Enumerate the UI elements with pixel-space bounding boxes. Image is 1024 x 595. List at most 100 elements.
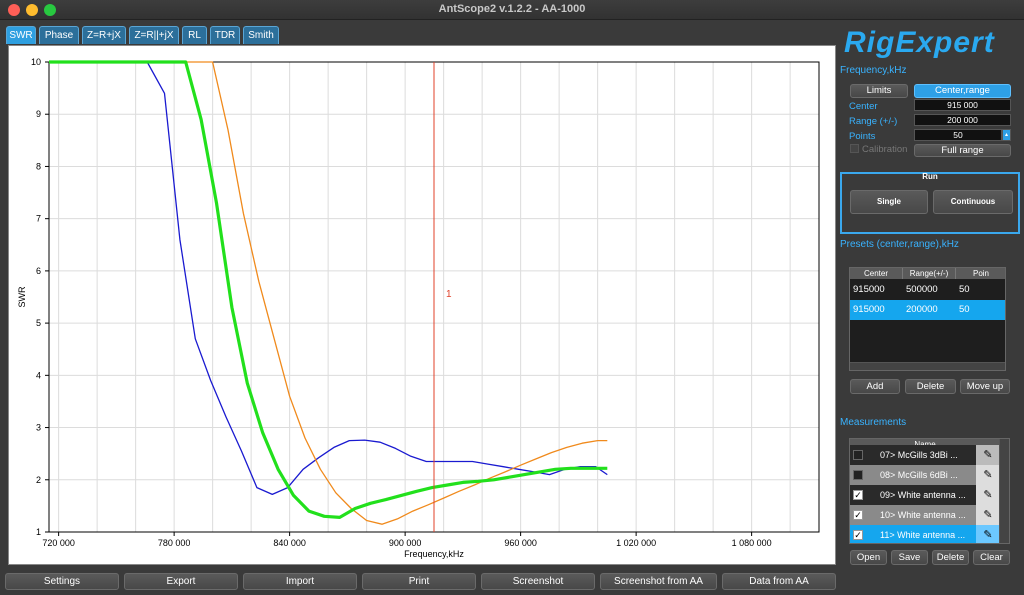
range-label: Range (+/-) bbox=[849, 116, 898, 127]
tab-smith[interactable]: Smith bbox=[243, 26, 279, 44]
limits-button[interactable]: Limits bbox=[850, 84, 908, 98]
presets-horizontal-scrollbar[interactable] bbox=[850, 362, 1005, 370]
measurements-title: Measurements bbox=[840, 417, 907, 428]
tab-z-parallel[interactable]: Z=R||+jX bbox=[129, 26, 179, 44]
measurement-name: 11> White antenna ... bbox=[880, 530, 966, 540]
points-label: Points bbox=[849, 131, 876, 142]
x-tick-label: 840 000 bbox=[273, 538, 306, 548]
y-tick-label: 3 bbox=[36, 423, 41, 433]
measurement-delete-button[interactable]: Delete bbox=[932, 550, 969, 565]
settings-button[interactable]: Settings bbox=[5, 573, 119, 590]
measurement-row[interactable]: 08> McGills 6dBi ... ✎ bbox=[850, 465, 1000, 485]
measurement-open-button[interactable]: Open bbox=[850, 550, 887, 565]
y-tick-label: 7 bbox=[36, 214, 41, 224]
center-label: Center bbox=[849, 101, 878, 112]
screenshot-from-aa-button[interactable]: Screenshot from AA bbox=[600, 573, 717, 590]
y-tick-label: 2 bbox=[36, 475, 41, 485]
frequency-marker-label: 1 bbox=[446, 289, 452, 300]
center-range-button[interactable]: Center,range bbox=[914, 84, 1011, 98]
edit-pencil-icon[interactable]: ✎ bbox=[976, 505, 1000, 525]
preset-delete-button[interactable]: Delete bbox=[905, 379, 956, 394]
run-title: Run bbox=[922, 172, 938, 181]
x-tick-label: 720 000 bbox=[42, 538, 75, 548]
measurement-checkbox[interactable]: ✓ bbox=[853, 530, 863, 540]
calibration-label: Calibration bbox=[862, 144, 908, 155]
preset-row[interactable]: 915000 500000 50 bbox=[850, 280, 1005, 300]
y-tick-label: 9 bbox=[36, 109, 41, 119]
measurements-vertical-scrollbar[interactable] bbox=[999, 439, 1009, 543]
tab-rl[interactable]: RL bbox=[182, 26, 207, 44]
preset-range: 500000 bbox=[906, 284, 938, 295]
measurement-row[interactable]: ✓ 11> White antenna ... ✎ bbox=[850, 525, 1000, 543]
measurement-save-button[interactable]: Save bbox=[891, 550, 928, 565]
measurement-clear-button[interactable]: Clear bbox=[973, 550, 1010, 565]
preset-row[interactable]: 915000 200000 50 bbox=[850, 300, 1005, 320]
tab-z-series[interactable]: Z=R+jX bbox=[82, 26, 126, 44]
y-axis-label: SWR bbox=[17, 286, 27, 307]
presets-table: Center Range(+/-) Poin 915000 500000 50 … bbox=[849, 267, 1006, 371]
preset-add-button[interactable]: Add bbox=[850, 379, 900, 394]
full-range-button[interactable]: Full range bbox=[914, 144, 1011, 157]
x-axis-label: Frequency,kHz bbox=[404, 549, 464, 559]
presets-title: Presets (center,range),kHz bbox=[840, 239, 959, 250]
window-title: AntScope2 v.1.2.2 - AA-1000 bbox=[438, 3, 586, 15]
x-tick-label: 960 000 bbox=[504, 538, 537, 548]
measurement-row[interactable]: ✓ 10> White antenna ... ✎ bbox=[850, 505, 1000, 525]
frequency-title: Frequency,kHz bbox=[840, 65, 907, 76]
points-stepper-icon[interactable]: ▴ bbox=[1002, 129, 1011, 141]
y-tick-label: 1 bbox=[36, 527, 41, 537]
presets-header-center[interactable]: Center bbox=[850, 268, 903, 279]
swr-chart: 1 2 3 4 5 6 7 8 9 10 720 000 780 000 840 000 900 000 9… bbox=[17, 57, 820, 559]
y-tick-label: 10 bbox=[31, 57, 41, 67]
y-tick-label: 6 bbox=[36, 266, 41, 276]
preset-points: 50 bbox=[959, 284, 970, 295]
tab-swr[interactable]: SWR bbox=[6, 26, 36, 44]
y-tick-label: 5 bbox=[36, 318, 41, 328]
swr-plot-area[interactable]: 1 2 3 4 5 6 7 8 9 10 720 000 780 000 840 000 900 000 9… bbox=[8, 45, 836, 565]
preset-center: 915000 bbox=[853, 304, 885, 315]
y-tick-label: 8 bbox=[36, 161, 41, 171]
edit-pencil-icon[interactable]: ✎ bbox=[976, 465, 1000, 485]
measurement-checkbox[interactable] bbox=[853, 450, 863, 460]
measurement-checkbox[interactable]: ✓ bbox=[853, 510, 863, 520]
measurement-row[interactable]: 07> McGills 3dBi ... ✎ bbox=[850, 445, 1000, 465]
points-input[interactable]: 50 bbox=[914, 129, 1002, 141]
measurement-name: 09> White antenna ... bbox=[880, 490, 966, 500]
preset-range: 200000 bbox=[906, 304, 938, 315]
measurement-row[interactable]: ✓ 09> White antenna ... ✎ bbox=[850, 485, 1000, 505]
title-bar: AntScope2 v.1.2.2 - AA-1000 bbox=[0, 0, 1024, 20]
measurement-name: 07> McGills 3dBi ... bbox=[880, 450, 958, 460]
continuous-button[interactable]: Continuous bbox=[933, 190, 1013, 214]
measurement-name: 08> McGills 6dBi ... bbox=[880, 470, 958, 480]
svg-text:RigExpert: RigExpert bbox=[844, 26, 996, 58]
measurement-checkbox[interactable]: ✓ bbox=[853, 490, 863, 500]
tab-phase[interactable]: Phase bbox=[39, 26, 79, 44]
x-tick-label: 1 020 000 bbox=[616, 538, 656, 548]
single-button[interactable]: Single bbox=[850, 190, 928, 214]
export-button[interactable]: Export bbox=[124, 573, 238, 590]
rigexpert-logo: RigExpert bbox=[844, 26, 996, 58]
y-tick-label: 4 bbox=[36, 370, 41, 380]
center-input[interactable]: 915 000 bbox=[914, 99, 1011, 111]
x-tick-label: 900 000 bbox=[389, 538, 422, 548]
presets-header-points[interactable]: Poin bbox=[956, 268, 1005, 279]
measurement-name: 10> White antenna ... bbox=[880, 510, 966, 520]
data-from-aa-button[interactable]: Data from AA bbox=[722, 573, 836, 590]
edit-pencil-icon[interactable]: ✎ bbox=[976, 445, 1000, 465]
x-tick-label: 780 000 bbox=[158, 538, 191, 548]
screenshot-button[interactable]: Screenshot bbox=[481, 573, 595, 590]
import-button[interactable]: Import bbox=[243, 573, 357, 590]
x-tick-label: 1 080 000 bbox=[732, 538, 772, 548]
calibration-checkbox[interactable] bbox=[850, 144, 859, 153]
preset-center: 915000 bbox=[853, 284, 885, 295]
range-input[interactable]: 200 000 bbox=[914, 114, 1011, 126]
tab-tdr[interactable]: TDR bbox=[210, 26, 240, 44]
edit-pencil-icon[interactable]: ✎ bbox=[976, 485, 1000, 505]
preset-move-up-button[interactable]: Move up bbox=[960, 379, 1010, 394]
measurement-checkbox[interactable] bbox=[853, 470, 863, 480]
presets-header-range[interactable]: Range(+/-) bbox=[903, 268, 956, 279]
run-group: Run Single Continuous bbox=[840, 172, 1020, 234]
print-button[interactable]: Print bbox=[362, 573, 476, 590]
preset-points: 50 bbox=[959, 304, 970, 315]
edit-pencil-icon[interactable]: ✎ bbox=[976, 525, 1000, 543]
